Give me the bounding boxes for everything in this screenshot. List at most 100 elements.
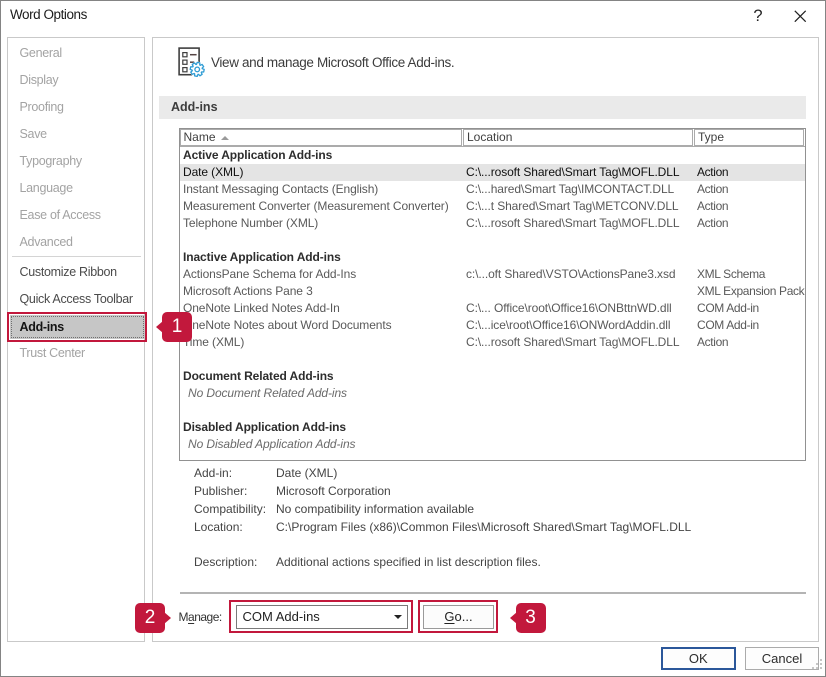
ok-button[interactable]: OK [661, 647, 736, 670]
detail-label: Add-in: [194, 464, 232, 482]
table-empty-row [180, 232, 806, 249]
cell-name: No Document Related Add-ins [188, 385, 347, 402]
table-row: No Disabled Application Add-ins [180, 436, 806, 453]
detail-value: Additional actions specified in list des… [276, 553, 541, 571]
sidebar-item-customize-ribbon[interactable]: Customize Ribbon [8, 259, 143, 286]
sidebar-item-language[interactable]: Language [8, 175, 143, 202]
table-group-row: Disabled Application Add-ins [180, 419, 806, 436]
column-header-type[interactable]: Type [694, 129, 804, 146]
sidebar-item-proofing[interactable]: Proofing [8, 94, 143, 121]
cell-location: C:\...hared\Smart Tag\IMCONTACT.DLL [466, 181, 674, 198]
detail-row: Compatibility: No compatibility informati… [1, 500, 668, 518]
annotation-rect-addins [7, 312, 147, 342]
close-icon[interactable] [788, 4, 814, 30]
sort-ascending-icon [221, 136, 229, 140]
section-header: Add-ins [159, 96, 806, 119]
table-group-row: Active Application Add-ins [180, 147, 806, 164]
table-group-row: Inactive Application Add-ins [180, 249, 806, 266]
table-row[interactable]: Microsoft Actions Pane 3 XML Expansion Pa… [180, 283, 806, 300]
sidebar-item-advanced[interactable]: Advanced [8, 229, 143, 256]
table-row[interactable]: OneNote Notes about Word Documents C:\...… [180, 317, 806, 334]
cell-name: ActionsPane Schema for Add-Ins [183, 266, 356, 283]
table-row: No Document Related Add-ins [180, 385, 806, 402]
cell-name: OneNote Notes about Word Documents [183, 317, 392, 334]
detail-row: Add-in: Date (XML) [1, 464, 668, 482]
cell-name: Time (XML) [183, 334, 244, 351]
cell-name: Microsoft Actions Pane 3 [183, 283, 313, 300]
callout-2: 2 [135, 603, 165, 633]
manage-label: Manage: [179, 605, 222, 629]
addin-details: Add-in:Date (XML)Publisher:Microsoft Cor… [1, 464, 668, 571]
sidebar-item-ease-of-access[interactable]: Ease of Access [8, 202, 143, 229]
table-header: Name Location Type [180, 129, 806, 147]
cell-name: Telephone Number (XML) [183, 215, 318, 232]
detail-label: Description: [194, 553, 257, 571]
table-row[interactable]: Telephone Number (XML) C:\...rosoft Share… [180, 215, 806, 232]
table-row[interactable]: ActionsPane Schema for Add-Ins c:\...oft … [180, 266, 806, 283]
table-row[interactable]: OneNote Linked Notes Add-In C:\... Office… [180, 300, 806, 317]
cell-location: C:\...t Shared\Smart Tag\METCONV.DLL [466, 198, 678, 215]
sidebar-item-save[interactable]: Save [8, 121, 143, 148]
page-description: View and manage Microsoft Office Add-ins… [211, 55, 454, 70]
cell-location: C:\... Office\root\Office16\ONBttnWD.dll [466, 300, 672, 317]
resize-grip[interactable] [811, 657, 823, 675]
cell-location: C:\...rosoft Shared\Smart Tag\MOFL.DLL [466, 334, 679, 351]
sidebar-item-trust-center[interactable]: Trust Center [8, 340, 143, 367]
callout-2-arrow [164, 612, 171, 624]
detail-row: Location:C:\Program Files (x86)\Common F… [1, 518, 668, 536]
cell-type: Action [697, 164, 728, 181]
cell-name: Document Related Add-ins [183, 368, 334, 385]
detail-label: Location: [194, 518, 243, 536]
cancel-button[interactable]: Cancel [745, 647, 819, 670]
table-row[interactable]: Measurement Converter (Measurement Conve… [180, 198, 806, 215]
cell-name: Instant Messaging Contacts (English) [183, 181, 378, 198]
sidebar-item-display[interactable]: Display [8, 67, 143, 94]
callout-3-arrow [510, 612, 517, 624]
word-options-dialog: Word Options ? GeneralDisplayProofingSav… [0, 0, 826, 677]
annotation-rect-manage-dropdown [229, 600, 413, 633]
cell-type: Action [697, 181, 728, 198]
table-empty-row [180, 402, 806, 419]
table-row[interactable]: Instant Messaging Contacts (English) C:\.… [180, 181, 806, 198]
cell-type: Action [697, 215, 728, 232]
callout-1-arrow [156, 321, 163, 333]
cell-name: Inactive Application Add-ins [183, 249, 341, 266]
detail-value: No compatibility information available [276, 500, 474, 518]
detail-value: Date (XML) [276, 464, 337, 482]
cell-name: Disabled Application Add-ins [183, 419, 346, 436]
detail-value: C:\Program Files (x86)\Common Files\Micr… [276, 518, 691, 536]
help-icon[interactable]: ? [745, 3, 771, 29]
cell-type: XML Schema [697, 266, 765, 283]
callout-3: 3 [516, 603, 546, 633]
dialog-title: Word Options [10, 7, 87, 22]
cell-name: Date (XML) [183, 164, 243, 181]
column-header-location[interactable]: Location [463, 129, 693, 146]
sidebar-item-general[interactable]: General [8, 40, 143, 67]
table-row[interactable]: Time (XML) C:\...rosoft Shared\Smart Tag\… [180, 334, 806, 351]
detail-row-description: Description: Additional actions specified… [1, 553, 668, 571]
cell-name: Active Application Add-ins [183, 147, 332, 164]
cell-location: C:\...ice\root\Office16\ONWordAddin.dll [466, 317, 670, 334]
annotation-rect-go-button [418, 600, 498, 633]
table-row[interactable]: Date (XML) C:\...rosoft Shared\Smart Tag\… [180, 164, 806, 181]
callout-1: 1 [162, 312, 192, 342]
cell-type: XML Expansion Pack [697, 283, 804, 300]
sidebar-item-typography[interactable]: Typography [8, 148, 143, 175]
detail-value: Microsoft Corporation [276, 482, 391, 500]
cell-location: C:\...rosoft Shared\Smart Tag\MOFL.DLL [466, 164, 679, 181]
cell-type: Action [697, 198, 728, 215]
column-header-name[interactable]: Name [180, 129, 462, 146]
addins-page-icon [178, 47, 205, 82]
cell-name: OneNote Linked Notes Add-In [183, 300, 340, 317]
sidebar-item-quick-access-toolbar[interactable]: Quick Access Toolbar [8, 286, 143, 313]
cell-name: No Disabled Application Add-ins [188, 436, 355, 453]
detail-label: Compatibility: [194, 500, 266, 518]
table-body: Active Application Add-insDate (XML) C:\.… [180, 147, 806, 453]
table-empty-row [180, 351, 806, 368]
cell-location: C:\...rosoft Shared\Smart Tag\MOFL.DLL [466, 215, 679, 232]
sidebar-divider [12, 256, 141, 257]
cell-type: COM Add-in [697, 300, 759, 317]
table-group-row: Document Related Add-ins [180, 368, 806, 385]
cell-location: c:\...oft Shared\VSTO\ActionsPane3.xsd [466, 266, 675, 283]
addins-table: Name Location Type Active Application Ad… [179, 128, 807, 461]
